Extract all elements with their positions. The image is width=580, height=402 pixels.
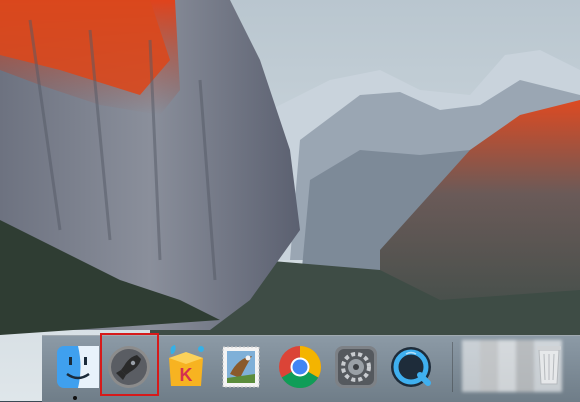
dock-separator bbox=[452, 342, 453, 392]
svg-text:K: K bbox=[180, 365, 193, 385]
chrome-icon[interactable] bbox=[277, 344, 323, 390]
finder-icon[interactable] bbox=[55, 344, 101, 390]
mail-stamp-icon[interactable] bbox=[218, 344, 264, 390]
quicktime-icon[interactable] bbox=[388, 344, 434, 390]
system-preferences-icon[interactable] bbox=[333, 344, 379, 390]
launchpad-highlight-box bbox=[100, 333, 159, 396]
kuwo-music-icon[interactable]: K bbox=[163, 342, 209, 388]
trash-icon[interactable] bbox=[536, 342, 562, 386]
finder-running-indicator bbox=[73, 396, 77, 400]
